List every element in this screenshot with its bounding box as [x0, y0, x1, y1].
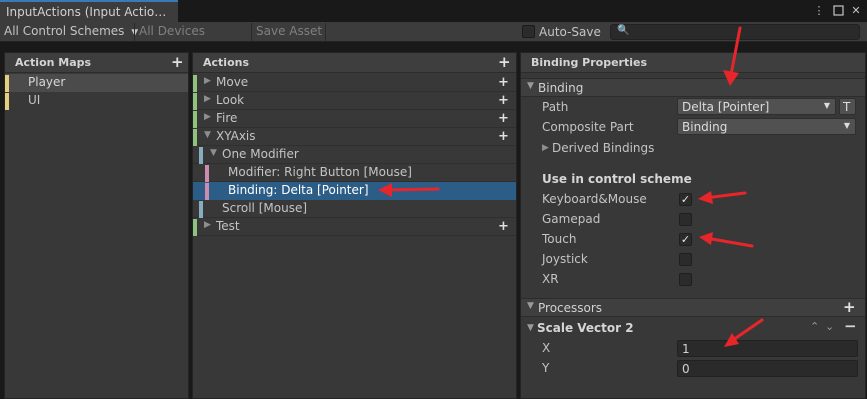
arrow-icon	[378, 183, 440, 197]
arrow-icon	[723, 26, 742, 86]
annotation-overlay	[378, 26, 764, 347]
arrow-icon	[698, 191, 747, 204]
arrow-icon	[724, 318, 764, 347]
arrow-icon	[699, 232, 754, 248]
